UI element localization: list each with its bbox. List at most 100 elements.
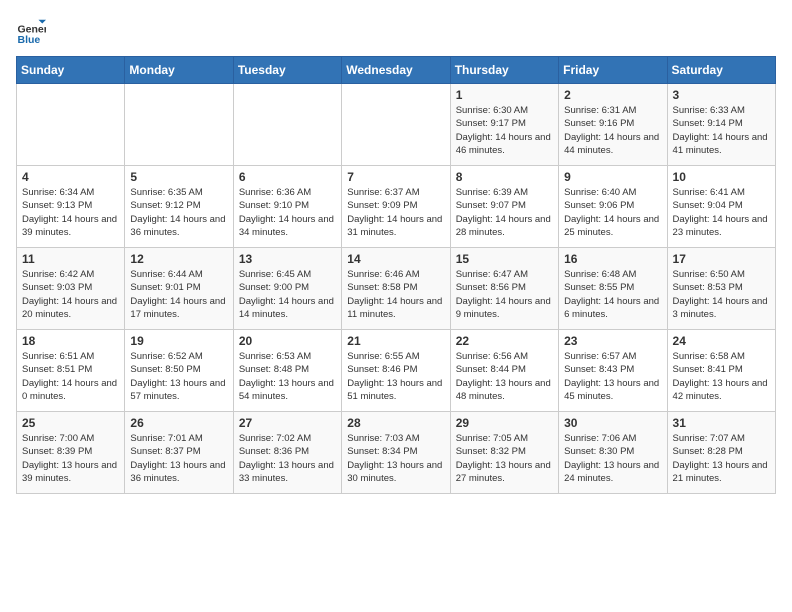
day-content: Sunrise: 6:48 AM Sunset: 8:55 PM Dayligh…	[564, 268, 661, 321]
day-content: Sunrise: 6:39 AM Sunset: 9:07 PM Dayligh…	[456, 186, 553, 239]
day-content: Sunrise: 6:40 AM Sunset: 9:06 PM Dayligh…	[564, 186, 661, 239]
day-number: 28	[347, 416, 444, 430]
calendar-cell: 9 Sunrise: 6:40 AM Sunset: 9:06 PM Daylig…	[559, 166, 667, 248]
day-number: 21	[347, 334, 444, 348]
day-number: 20	[239, 334, 336, 348]
day-number: 16	[564, 252, 661, 266]
calendar-cell	[17, 84, 125, 166]
calendar-header-row: SundayMondayTuesdayWednesdayThursdayFrid…	[17, 57, 776, 84]
calendar-table: SundayMondayTuesdayWednesdayThursdayFrid…	[16, 56, 776, 494]
day-number: 7	[347, 170, 444, 184]
day-content: Sunrise: 6:33 AM Sunset: 9:14 PM Dayligh…	[673, 104, 770, 157]
day-content: Sunrise: 7:00 AM Sunset: 8:39 PM Dayligh…	[22, 432, 119, 485]
day-content: Sunrise: 6:58 AM Sunset: 8:41 PM Dayligh…	[673, 350, 770, 403]
svg-text:Blue: Blue	[18, 34, 41, 46]
calendar-week-row: 1 Sunrise: 6:30 AM Sunset: 9:17 PM Daylig…	[17, 84, 776, 166]
logo-icon: General Blue	[16, 16, 46, 46]
calendar-week-row: 11 Sunrise: 6:42 AM Sunset: 9:03 PM Dayli…	[17, 248, 776, 330]
day-content: Sunrise: 7:01 AM Sunset: 8:37 PM Dayligh…	[130, 432, 227, 485]
calendar-week-row: 4Sunrise: 6:34 AM Sunset: 9:13 PM Daylig…	[17, 166, 776, 248]
day-header-wednesday: Wednesday	[342, 57, 450, 84]
day-content: Sunrise: 6:37 AM Sunset: 9:09 PM Dayligh…	[347, 186, 444, 239]
calendar-cell: 18 Sunrise: 6:51 AM Sunset: 8:51 PM Dayli…	[17, 330, 125, 412]
calendar-cell: 22 Sunrise: 6:56 AM Sunset: 8:44 PM Dayli…	[450, 330, 558, 412]
calendar-cell: 23Sunrise: 6:57 AM Sunset: 8:43 PM Dayli…	[559, 330, 667, 412]
day-number: 18	[22, 334, 119, 348]
calendar-cell: 12 Sunrise: 6:44 AM Sunset: 9:01 PM Dayli…	[125, 248, 233, 330]
calendar-cell: 17 Sunrise: 6:50 AM Sunset: 8:53 PM Dayli…	[667, 248, 775, 330]
calendar-cell: 25Sunrise: 7:00 AM Sunset: 8:39 PM Dayli…	[17, 412, 125, 494]
calendar-cell: 30 Sunrise: 7:06 AM Sunset: 8:30 PM Dayli…	[559, 412, 667, 494]
day-number: 9	[564, 170, 661, 184]
day-number: 22	[456, 334, 553, 348]
day-number: 29	[456, 416, 553, 430]
day-number: 6	[239, 170, 336, 184]
page-header: General Blue	[16, 16, 776, 46]
day-header-saturday: Saturday	[667, 57, 775, 84]
day-content: Sunrise: 6:34 AM Sunset: 9:13 PM Dayligh…	[22, 186, 119, 239]
calendar-cell: 6 Sunrise: 6:36 AM Sunset: 9:10 PM Daylig…	[233, 166, 341, 248]
day-number: 26	[130, 416, 227, 430]
day-content: Sunrise: 6:51 AM Sunset: 8:51 PM Dayligh…	[22, 350, 119, 403]
calendar-cell: 7 Sunrise: 6:37 AM Sunset: 9:09 PM Daylig…	[342, 166, 450, 248]
calendar-cell	[233, 84, 341, 166]
calendar-cell: 27 Sunrise: 7:02 AM Sunset: 8:36 PM Dayli…	[233, 412, 341, 494]
day-number: 23	[564, 334, 661, 348]
day-number: 15	[456, 252, 553, 266]
calendar-cell: 24Sunrise: 6:58 AM Sunset: 8:41 PM Dayli…	[667, 330, 775, 412]
day-number: 12	[130, 252, 227, 266]
calendar-cell: 1 Sunrise: 6:30 AM Sunset: 9:17 PM Daylig…	[450, 84, 558, 166]
calendar-cell: 15Sunrise: 6:47 AM Sunset: 8:56 PM Dayli…	[450, 248, 558, 330]
calendar-week-row: 18 Sunrise: 6:51 AM Sunset: 8:51 PM Dayli…	[17, 330, 776, 412]
day-header-tuesday: Tuesday	[233, 57, 341, 84]
calendar-cell: 5 Sunrise: 6:35 AM Sunset: 9:12 PM Daylig…	[125, 166, 233, 248]
day-number: 2	[564, 88, 661, 102]
calendar-cell: 26 Sunrise: 7:01 AM Sunset: 8:37 PM Dayli…	[125, 412, 233, 494]
day-content: Sunrise: 6:45 AM Sunset: 9:00 PM Dayligh…	[239, 268, 336, 321]
day-content: Sunrise: 7:06 AM Sunset: 8:30 PM Dayligh…	[564, 432, 661, 485]
day-number: 10	[673, 170, 770, 184]
day-content: Sunrise: 7:05 AM Sunset: 8:32 PM Dayligh…	[456, 432, 553, 485]
calendar-cell	[342, 84, 450, 166]
calendar-week-row: 25Sunrise: 7:00 AM Sunset: 8:39 PM Dayli…	[17, 412, 776, 494]
day-number: 5	[130, 170, 227, 184]
day-content: Sunrise: 6:36 AM Sunset: 9:10 PM Dayligh…	[239, 186, 336, 239]
calendar-cell: 8Sunrise: 6:39 AM Sunset: 9:07 PM Daylig…	[450, 166, 558, 248]
day-content: Sunrise: 7:07 AM Sunset: 8:28 PM Dayligh…	[673, 432, 770, 485]
day-content: Sunrise: 6:50 AM Sunset: 8:53 PM Dayligh…	[673, 268, 770, 321]
day-content: Sunrise: 7:03 AM Sunset: 8:34 PM Dayligh…	[347, 432, 444, 485]
day-number: 31	[673, 416, 770, 430]
calendar-cell: 14Sunrise: 6:46 AM Sunset: 8:58 PM Dayli…	[342, 248, 450, 330]
day-number: 3	[673, 88, 770, 102]
calendar-cell: 31 Sunrise: 7:07 AM Sunset: 8:28 PM Dayli…	[667, 412, 775, 494]
day-content: Sunrise: 6:35 AM Sunset: 9:12 PM Dayligh…	[130, 186, 227, 239]
day-number: 1	[456, 88, 553, 102]
day-header-friday: Friday	[559, 57, 667, 84]
day-number: 11	[22, 252, 119, 266]
day-number: 13	[239, 252, 336, 266]
day-content: Sunrise: 6:52 AM Sunset: 8:50 PM Dayligh…	[130, 350, 227, 403]
calendar-cell: 19Sunrise: 6:52 AM Sunset: 8:50 PM Dayli…	[125, 330, 233, 412]
day-header-thursday: Thursday	[450, 57, 558, 84]
day-content: Sunrise: 6:56 AM Sunset: 8:44 PM Dayligh…	[456, 350, 553, 403]
calendar-cell: 16 Sunrise: 6:48 AM Sunset: 8:55 PM Dayli…	[559, 248, 667, 330]
day-content: Sunrise: 6:44 AM Sunset: 9:01 PM Dayligh…	[130, 268, 227, 321]
calendar-cell: 4Sunrise: 6:34 AM Sunset: 9:13 PM Daylig…	[17, 166, 125, 248]
day-content: Sunrise: 6:53 AM Sunset: 8:48 PM Dayligh…	[239, 350, 336, 403]
calendar-cell	[125, 84, 233, 166]
logo: General Blue	[16, 16, 46, 46]
calendar-cell: 3 Sunrise: 6:33 AM Sunset: 9:14 PM Daylig…	[667, 84, 775, 166]
day-content: Sunrise: 6:42 AM Sunset: 9:03 PM Dayligh…	[22, 268, 119, 321]
day-content: Sunrise: 6:30 AM Sunset: 9:17 PM Dayligh…	[456, 104, 553, 157]
day-number: 30	[564, 416, 661, 430]
day-number: 27	[239, 416, 336, 430]
day-number: 17	[673, 252, 770, 266]
day-content: Sunrise: 6:46 AM Sunset: 8:58 PM Dayligh…	[347, 268, 444, 321]
day-content: Sunrise: 7:02 AM Sunset: 8:36 PM Dayligh…	[239, 432, 336, 485]
calendar-cell: 29 Sunrise: 7:05 AM Sunset: 8:32 PM Dayli…	[450, 412, 558, 494]
day-content: Sunrise: 6:41 AM Sunset: 9:04 PM Dayligh…	[673, 186, 770, 239]
calendar-cell: 2 Sunrise: 6:31 AM Sunset: 9:16 PM Daylig…	[559, 84, 667, 166]
calendar-cell: 13 Sunrise: 6:45 AM Sunset: 9:00 PM Dayli…	[233, 248, 341, 330]
day-header-sunday: Sunday	[17, 57, 125, 84]
day-content: Sunrise: 6:31 AM Sunset: 9:16 PM Dayligh…	[564, 104, 661, 157]
